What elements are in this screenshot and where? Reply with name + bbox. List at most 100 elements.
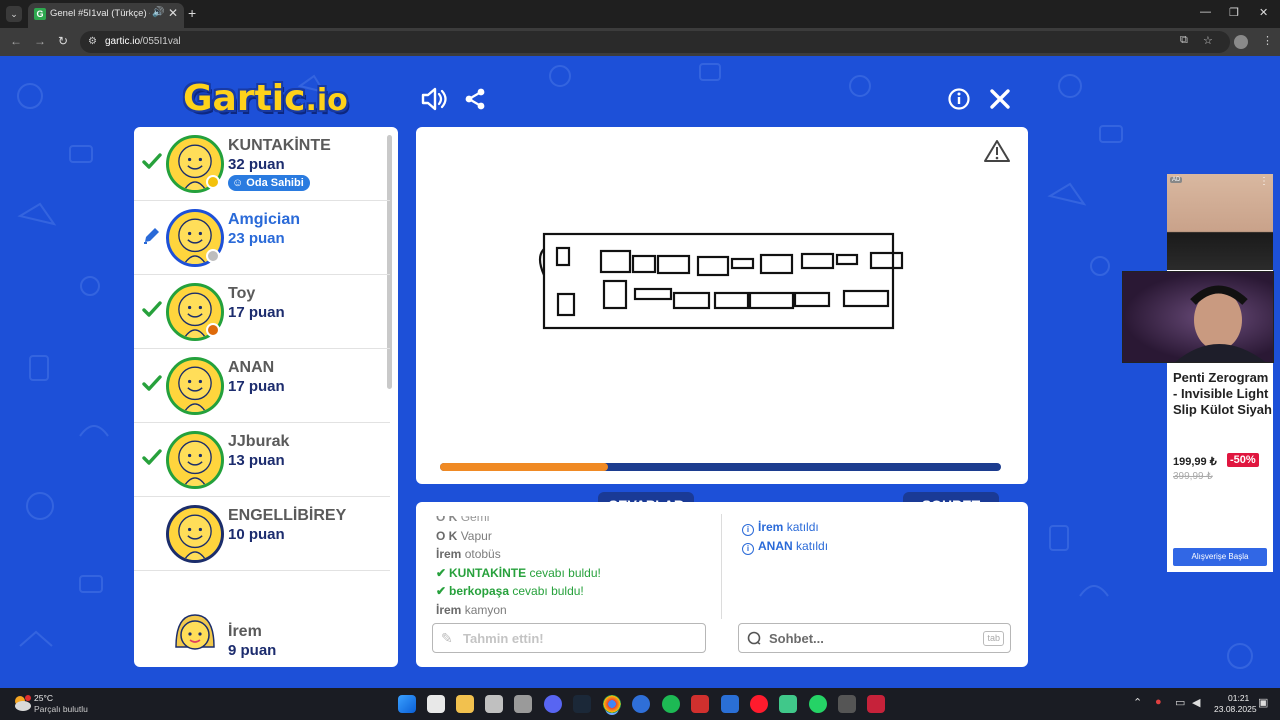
ad-old-price: 399,99 ₺ (1173, 471, 1213, 482)
pencil-icon: ✎ (441, 630, 453, 646)
player-row[interactable]: Toy 17 puan (134, 275, 390, 349)
chat-feed: i İrem katıldı i ANAN katıldı (742, 520, 1012, 558)
audio-playing-icon[interactable]: 🔊 (152, 7, 164, 18)
report-warning-icon[interactable] (984, 139, 1010, 163)
app-icon[interactable] (721, 695, 739, 713)
answer-author: KUNTAKİNTE (449, 565, 527, 580)
ad-title[interactable]: Penti Zerogram - Invisible Light Slip Kü… (1173, 370, 1273, 418)
notification-icon[interactable]: ▣ (1258, 696, 1268, 709)
profile-avatar[interactable] (1234, 35, 1248, 49)
info-icon: i (742, 524, 754, 536)
ad-shop-button[interactable]: Alışverişe Başla (1173, 548, 1267, 566)
ad-price: 199,99 ₺ (1173, 456, 1217, 468)
browser-menu-icon[interactable]: ⋮ (1262, 34, 1273, 47)
discord-icon[interactable] (544, 695, 562, 713)
chat-input[interactable] (769, 629, 969, 647)
player-drawing-bus (538, 232, 904, 330)
gartic-logo[interactable]: Gartic.io (183, 78, 348, 119)
guess-input[interactable] (463, 629, 699, 647)
new-tab-button[interactable]: + (188, 5, 196, 21)
tab-search-button[interactable]: ⌄ (6, 6, 22, 22)
tray-chevron-icon[interactable]: ⌃ (1133, 696, 1142, 709)
network-icon[interactable]: ▭ (1175, 696, 1185, 709)
opera-icon[interactable] (750, 695, 768, 713)
player-avatar (166, 505, 224, 563)
ad-product-image[interactable]: AD ⋮ (1167, 174, 1273, 270)
answer-text: otobüs (464, 547, 501, 561)
restore-icon[interactable]: ❐ (1229, 6, 1239, 19)
app-icon[interactable] (691, 695, 709, 713)
player-row[interactable]: İrem 9 puan (134, 599, 390, 667)
player-points: 23 puan (228, 230, 285, 247)
app-icon[interactable] (838, 695, 856, 713)
player-name: Toy (228, 285, 256, 302)
file-explorer-icon[interactable] (456, 695, 474, 713)
answer-text: cevabı buldu! (529, 565, 601, 580)
sound-icon[interactable] (420, 87, 448, 118)
chat-author: ANAN (758, 539, 793, 553)
player-row[interactable]: ANAN 17 puan (134, 349, 390, 423)
store-icon[interactable] (427, 695, 445, 713)
app-icon[interactable] (632, 695, 650, 713)
reload-icon[interactable]: ↻ (58, 34, 68, 48)
chat-field[interactable]: tab (738, 623, 1011, 653)
player-status-dot (206, 249, 220, 263)
clock-date[interactable]: 23.08.2025 (1214, 704, 1257, 714)
url-domain: gartic.io (105, 36, 141, 47)
guessed-check-icon (142, 375, 162, 391)
guess-field[interactable]: ✎ (432, 623, 706, 653)
app-icon[interactable] (514, 695, 532, 713)
player-row[interactable]: KUNTAKİNTE 32 puan ☺ Oda Sahibi (134, 127, 390, 201)
microphone-icon[interactable]: ● (1155, 696, 1162, 708)
share-icon[interactable] (463, 87, 487, 118)
correct-check-icon: ✔ (436, 565, 447, 580)
steam-icon[interactable] (573, 695, 591, 713)
ad-menu-icon[interactable]: ⋮ (1259, 176, 1269, 187)
answer-text: Vapur (460, 528, 492, 543)
tab-close-icon[interactable]: ✕ (168, 6, 178, 20)
answer-message: ✔ KUNTAKİNTE cevabı buldu! (436, 566, 706, 585)
bookmark-star-icon[interactable]: ☆ (1203, 34, 1213, 47)
chrome-icon[interactable] (603, 695, 621, 713)
player-name: KUNTAKİNTE (228, 137, 331, 154)
forward-icon[interactable]: → (34, 34, 46, 48)
app-icon[interactable] (485, 695, 503, 713)
app-icon[interactable] (779, 695, 797, 713)
spotify-icon[interactable] (662, 695, 680, 713)
player-points: 17 puan (228, 378, 285, 395)
close-game-icon[interactable] (989, 88, 1011, 117)
url-bar[interactable]: ⚙ gartic.io/055I1val (80, 31, 1230, 53)
volume-icon[interactable]: ◀ (1192, 696, 1200, 709)
clock-time[interactable]: 01:21 (1228, 693, 1249, 703)
app-icon[interactable] (867, 695, 885, 713)
player-avatar (166, 357, 224, 415)
chat-message: i İrem katıldı (742, 520, 1012, 539)
player-row[interactable]: JJburak 13 puan (134, 423, 390, 497)
answer-message: İrem otobüs (436, 547, 706, 566)
weather-cloud-icon[interactable] (12, 694, 32, 712)
site-info-icon[interactable]: ⚙ (88, 36, 100, 48)
close-window-icon[interactable]: ✕ (1259, 6, 1268, 19)
answer-text: Gemi (460, 516, 490, 524)
ad-panel[interactable]: AD ⋮ Penti Zerogram - Invisible Light Sl… (1167, 174, 1273, 572)
answer-message: O K Gemi (436, 516, 706, 529)
gartic-favicon-icon: G (34, 8, 46, 20)
url-path: /055I1val (140, 36, 181, 47)
player-row[interactable]: Amgician 23 puan (134, 201, 390, 275)
drawing-canvas[interactable] (416, 127, 1028, 484)
room-owner-badge: ☺ Oda Sahibi (228, 175, 310, 191)
player-points: 10 puan (228, 526, 285, 543)
browser-tab-bar: ⌄ G Genel #5I1val (Türkçe) - Gartic 🔊 ✕ … (0, 0, 1280, 28)
logo-suffix-text: .io (305, 83, 348, 118)
whatsapp-icon[interactable] (809, 695, 827, 713)
back-icon[interactable]: ← (10, 34, 22, 48)
player-points: 17 puan (228, 304, 285, 321)
info-icon[interactable] (948, 88, 970, 117)
install-app-icon[interactable]: ⧉ (1180, 34, 1188, 47)
browser-tab[interactable]: G Genel #5I1val (Türkçe) - Gartic 🔊 ✕ (28, 3, 184, 28)
streamer-silhouette (1175, 285, 1266, 362)
minimize-icon[interactable]: — (1200, 6, 1211, 18)
start-menu-icon[interactable] (398, 695, 416, 713)
player-row[interactable]: ENGELLİBİREY 10 puan (134, 497, 390, 571)
chat-bubble-icon (747, 631, 761, 645)
